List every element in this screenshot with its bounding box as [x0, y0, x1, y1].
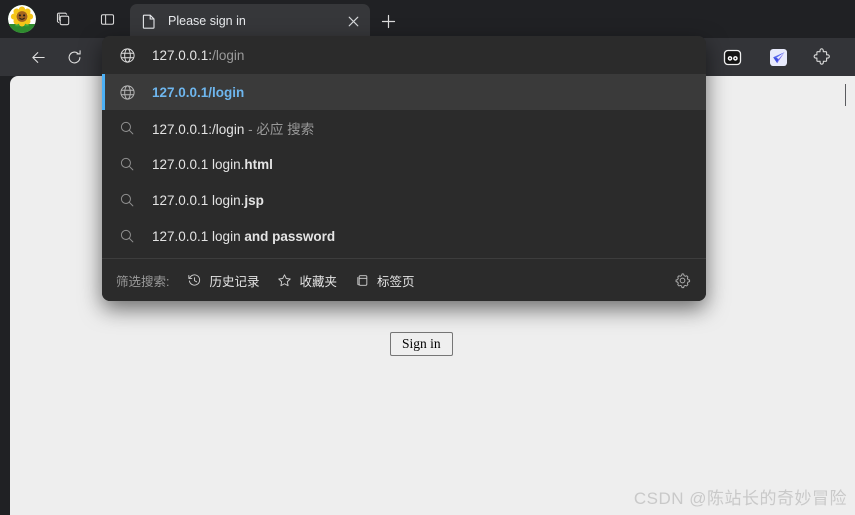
omnibox-dropdown: 127.0.0.1:/login 127.0.0.1/login 127.0.0…: [102, 36, 706, 301]
blue-bird-extension-icon[interactable]: [766, 45, 790, 69]
filter-label: 标签页: [377, 274, 415, 289]
suggestion-row[interactable]: 127.0.0.1/login: [102, 74, 706, 110]
suggestion-label: 127.0.0.1 login.html: [152, 157, 273, 172]
suggestion-plain: 127.0.0.1 login.: [152, 192, 245, 208]
tabs-icon: [353, 271, 371, 289]
suggestion-label: 127.0.0.1/login: [152, 84, 245, 100]
suggestion-plain: 127.0.0.1 login: [152, 228, 245, 244]
suggestion-label: 127.0.0.1:/login - 必应 搜索: [152, 118, 314, 138]
filter-history-button[interactable]: 历史记录: [185, 271, 260, 290]
tab-title: Please sign in: [168, 14, 246, 28]
filter-label: 历史记录: [209, 274, 260, 289]
new-tab-button[interactable]: [375, 8, 401, 34]
suggestion-bold: jsp: [244, 192, 264, 208]
back-arrow-icon[interactable]: [24, 43, 52, 71]
toolbar-divider: [845, 84, 846, 106]
history-clock-icon: [185, 271, 203, 289]
suggestion-row[interactable]: 127.0.0.1 login.jsp: [102, 182, 706, 218]
suggestion-row[interactable]: 127.0.0.1 login.html: [102, 146, 706, 182]
browser-window: Sign in CSDN @陈站长的奇妙冒险 Please sign in 12…: [0, 0, 855, 515]
globe-icon: [116, 81, 138, 103]
search-icon: [116, 117, 138, 139]
suggestion-bold: and password: [244, 228, 336, 244]
search-icon: [116, 189, 138, 211]
close-icon[interactable]: [342, 10, 364, 32]
tab-groups-icon[interactable]: [50, 6, 76, 32]
title-bar: Please sign in: [0, 0, 855, 38]
address-typed-text: 127.0.0.1:: [152, 47, 213, 63]
address-autocomplete-text: /login: [212, 47, 245, 63]
filter-bar-label: 筛选搜索:: [116, 274, 170, 289]
robot-face-extension-icon[interactable]: [720, 45, 744, 69]
watermark-text: CSDN @陈站长的奇妙冒险: [633, 489, 847, 508]
suggestion-suffix: - 必应 搜索: [244, 122, 315, 137]
filter-tabs-button[interactable]: 标签页: [353, 271, 415, 290]
suggestion-row[interactable]: 127.0.0.1:/login - 必应 搜索: [102, 110, 706, 146]
search-icon: [116, 225, 138, 247]
split-screen-icon[interactable]: [94, 6, 120, 32]
suggestion-label: 127.0.0.1 login.jsp: [152, 193, 264, 208]
reload-icon[interactable]: [60, 43, 88, 71]
filter-favorites-button[interactable]: 收藏夹: [276, 271, 338, 290]
suggestion-label: 127.0.0.1 login and password: [152, 229, 335, 244]
search-icon: [116, 153, 138, 175]
suggestion-row[interactable]: 127.0.0.1 login and password: [102, 218, 706, 254]
filter-label: 收藏夹: [299, 274, 338, 289]
puzzle-extensions-icon[interactable]: [810, 45, 834, 69]
search-filter-bar: 筛选搜索: 历史记录 收藏夹 标签页: [102, 259, 706, 301]
address-bar-input[interactable]: 127.0.0.1:/login: [102, 36, 706, 74]
sign-in-button[interactable]: Sign in: [390, 332, 453, 356]
browser-tab[interactable]: Please sign in: [130, 4, 370, 38]
suggestion-plain: 127.0.0.1 login.: [152, 156, 245, 172]
star-icon: [276, 271, 294, 289]
address-text: 127.0.0.1:/login: [152, 48, 244, 63]
globe-icon: [116, 44, 138, 66]
sunflower-avatar[interactable]: [8, 5, 36, 33]
suggestion-bold: html: [244, 156, 273, 172]
gear-icon[interactable]: [672, 270, 692, 290]
page-icon: [141, 13, 157, 29]
suggestion-plain: 127.0.0.1:/login: [152, 122, 245, 137]
